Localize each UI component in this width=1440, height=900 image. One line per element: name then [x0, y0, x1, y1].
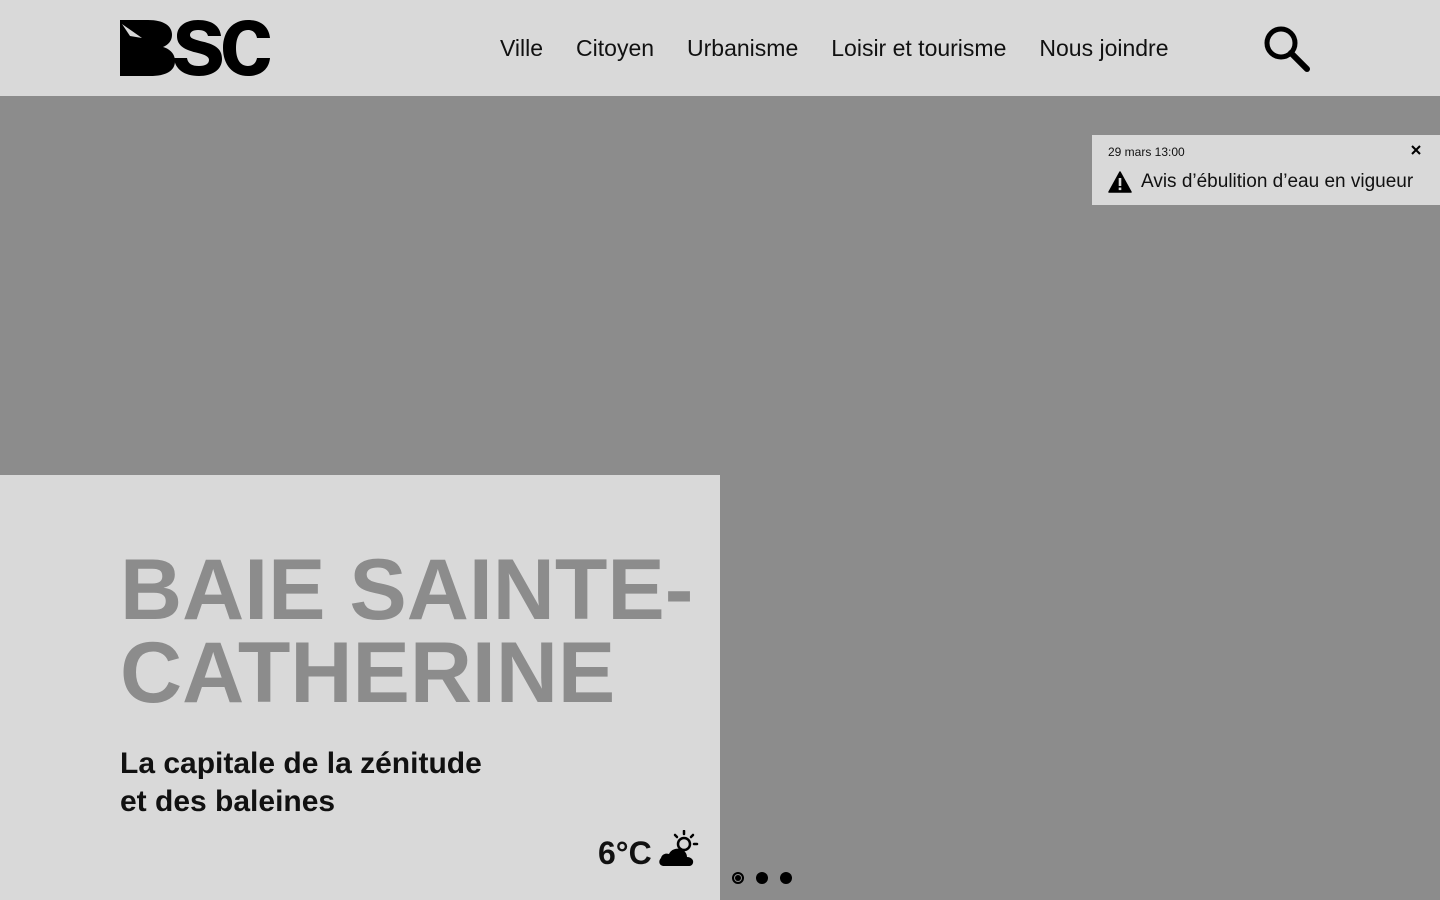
alert-close-button[interactable] [1409, 143, 1423, 157]
carousel-pagination [730, 870, 794, 886]
search-icon [1264, 26, 1310, 72]
nav-item-citoyen[interactable]: Citoyen [576, 35, 654, 62]
warning-icon [1108, 171, 1132, 193]
page-subtitle: La capitale de la zénitude et des balein… [120, 745, 540, 821]
carousel-dot-1[interactable] [730, 870, 746, 886]
title-line-1: BAIE SAINTE- [120, 542, 694, 638]
alert-message-row[interactable]: Avis d’ébulition d’eau en vigueur [1108, 171, 1413, 193]
bsc-logo-icon [120, 20, 270, 76]
alert-timestamp: 29 mars 13:00 [1108, 145, 1185, 159]
search-button[interactable] [1262, 24, 1312, 72]
temperature: 6°C [598, 835, 652, 871]
site-header: Ville Citoyen Urbanisme Loisir et touris… [0, 0, 1440, 96]
title-line-2: CATHERINE [120, 625, 616, 721]
close-icon [1411, 145, 1421, 155]
nav-item-ville[interactable]: Ville [500, 35, 543, 62]
weather-widget: 6°C [598, 830, 700, 871]
subtitle-line-2: et des baleines [120, 785, 336, 818]
nav-item-urbanisme[interactable]: Urbanisme [687, 35, 798, 62]
alert-notice: 29 mars 13:00 Avis d’ébulition d’eau en … [1092, 135, 1440, 205]
nav-item-loisir-et-tourisme[interactable]: Loisir et tourisme [831, 35, 1006, 62]
page-title: BAIE SAINTE- CATHERINE [120, 547, 720, 716]
site-logo[interactable] [120, 20, 270, 76]
carousel-dot-2[interactable] [754, 870, 770, 886]
main-nav: Ville Citoyen Urbanisme Loisir et touris… [500, 0, 1169, 96]
hero-text-panel: BAIE SAINTE- CATHERINE La capitale de la… [0, 475, 720, 900]
nav-item-nous-joindre[interactable]: Nous joindre [1039, 35, 1168, 62]
subtitle-line-1: La capitale de la zénitude [120, 747, 482, 780]
partly-cloudy-icon [659, 830, 698, 866]
alert-message: Avis d’ébulition d’eau en vigueur [1141, 171, 1414, 192]
carousel-dot-3[interactable] [778, 870, 794, 886]
